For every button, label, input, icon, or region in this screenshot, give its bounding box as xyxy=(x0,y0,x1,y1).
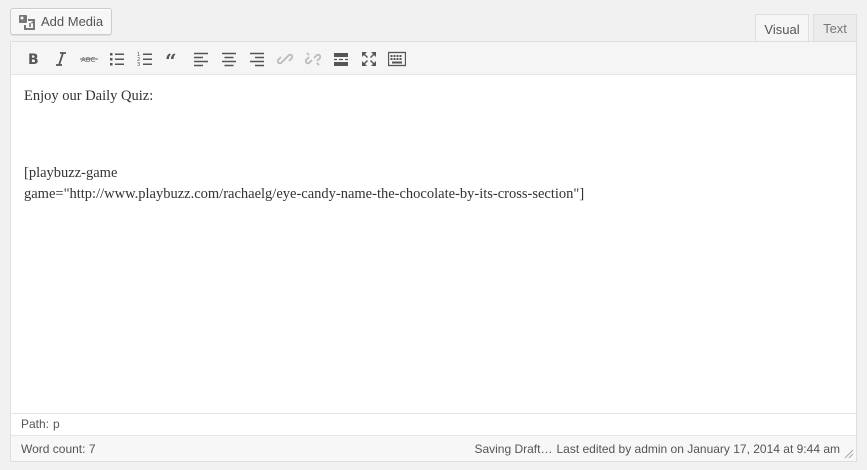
toolbar-toggle-button[interactable] xyxy=(385,47,409,71)
fullscreen-icon xyxy=(361,51,377,67)
last-edited-text: Last edited by admin on January 17, 2014… xyxy=(556,441,840,456)
align-center-icon xyxy=(221,51,237,67)
svg-text:ABC: ABC xyxy=(81,56,95,64)
blockquote-button[interactable]: “ xyxy=(161,47,185,71)
media-icon xyxy=(18,14,36,30)
bulleted-list-button[interactable] xyxy=(105,47,129,71)
align-right-icon xyxy=(249,51,265,67)
kitchen-sink-icon xyxy=(388,51,406,67)
shortcode-line-2: game="http://www.playbuzz.com/rachaelg/e… xyxy=(24,186,585,202)
bold-button[interactable]: B xyxy=(21,47,45,71)
read-more-icon xyxy=(333,51,349,67)
svg-text:B: B xyxy=(28,52,39,67)
tab-text-label: Text xyxy=(823,21,847,36)
bold-icon: B xyxy=(25,51,41,67)
strikethrough-icon: ABC xyxy=(80,51,98,67)
path-label: Path: xyxy=(21,417,50,431)
resize-handle-icon[interactable] xyxy=(844,448,854,459)
numbered-list-button[interactable]: 1 2 3 xyxy=(133,47,157,71)
fullscreen-button[interactable] xyxy=(357,47,381,71)
content-paragraph: Enjoy our Daily Quiz: xyxy=(24,88,154,104)
italic-icon xyxy=(53,51,69,67)
svg-text:“: “ xyxy=(165,51,177,67)
editor-toolbar: B ABC 1 2 3 “ xyxy=(11,42,856,75)
path-bar: Path: p xyxy=(11,413,856,435)
word-count: Word count: 7 xyxy=(21,442,96,456)
align-left-icon xyxy=(193,51,209,67)
word-count-label: Word count: xyxy=(21,441,86,456)
blockquote-icon: “ xyxy=(165,51,181,67)
shortcode-paragraph: [playbuzz-game game="http://www.playbuzz… xyxy=(24,163,584,205)
tab-visual[interactable]: Visual xyxy=(755,14,809,43)
tab-visual-label: Visual xyxy=(764,21,800,37)
align-left-button[interactable] xyxy=(189,47,213,71)
tab-text[interactable]: Text xyxy=(813,14,857,42)
read-more-button[interactable] xyxy=(329,47,353,71)
italic-button[interactable] xyxy=(49,47,73,71)
autosave-status: Saving Draft… Last edited by admin on Ja… xyxy=(474,442,840,456)
path-value[interactable]: p xyxy=(53,417,60,432)
add-media-button[interactable]: Add Media xyxy=(10,8,113,35)
remove-link-button[interactable] xyxy=(301,47,325,71)
shortcode-line-1: [playbuzz-game xyxy=(24,165,118,181)
editor-container: B ABC 1 2 3 “ Enjoy our Daily Quiz: [pla… xyxy=(10,41,857,462)
bulleted-list-icon xyxy=(109,51,125,67)
unlink-icon xyxy=(305,51,321,67)
add-media-label: Add Media xyxy=(41,14,104,29)
align-right-button[interactable] xyxy=(245,47,269,71)
link-icon xyxy=(277,51,293,67)
status-bar: Word count: 7 Saving Draft… Last edited … xyxy=(11,435,856,461)
svg-text:3: 3 xyxy=(137,62,140,67)
saving-draft-text: Saving Draft… xyxy=(474,441,553,456)
strikethrough-button[interactable]: ABC xyxy=(77,47,101,71)
insert-link-button[interactable] xyxy=(273,47,297,71)
numbered-list-icon: 1 2 3 xyxy=(137,51,153,67)
word-count-value: 7 xyxy=(88,441,96,456)
align-center-button[interactable] xyxy=(217,47,241,71)
